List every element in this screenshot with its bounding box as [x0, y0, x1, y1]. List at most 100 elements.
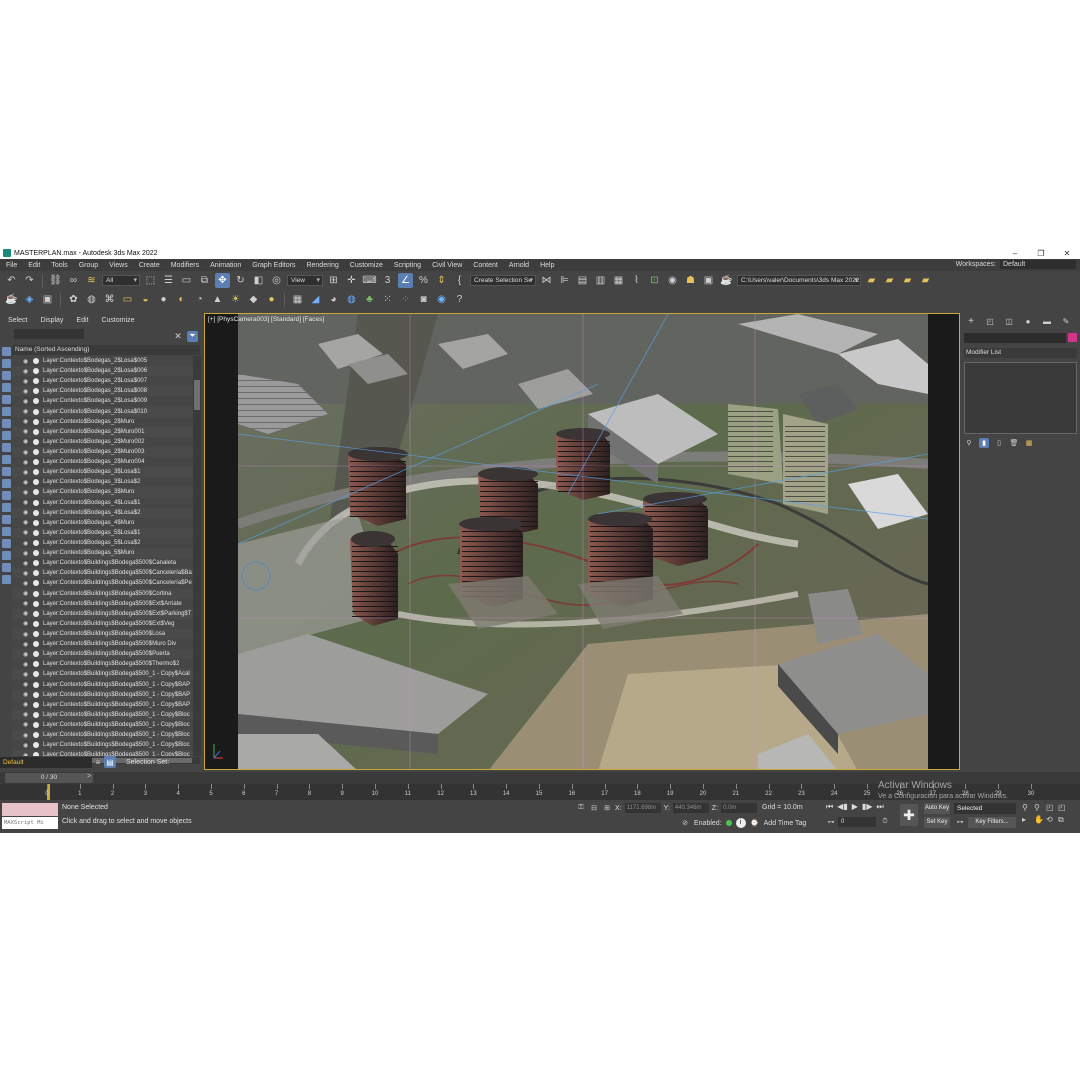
visibility-eye-icon[interactable]: ◉ — [23, 711, 33, 718]
explorer-row[interactable]: ◉ Layer:Contexto$Bodegas_2$Muro003 — [12, 447, 193, 457]
select-by-name-icon[interactable]: ☰ — [161, 273, 176, 288]
isolate-selection-icon[interactable]: ⚿ — [576, 803, 586, 813]
menu-file[interactable]: File — [6, 262, 17, 269]
viewport-label-menu[interactable]: [+] [PhysCamera003] [Standard] [Faces] — [208, 316, 324, 323]
visibility-eye-icon[interactable]: ◉ — [23, 671, 33, 678]
explorer-row[interactable]: ◉ Layer:Contexto$Buildings$Bodega$500_1 -… — [12, 669, 193, 679]
visibility-eye-icon[interactable]: ◉ — [23, 438, 33, 445]
selection-filter-dropdown[interactable]: All — [102, 275, 140, 286]
key-filters-button[interactable]: Key Filters... — [968, 817, 1016, 828]
set-key-button[interactable]: Set Key — [924, 817, 950, 828]
spinner-snap-icon[interactable]: ⇕ — [434, 273, 449, 288]
y-coord-field[interactable]: 440.346m — [672, 803, 709, 813]
select-manipulate-icon[interactable]: ✛ — [344, 273, 359, 288]
next-frame-icon[interactable]: ▮▶ — [862, 802, 873, 812]
visibility-eye-icon[interactable]: ◉ — [23, 529, 33, 536]
explorer-row[interactable]: ◉ Layer:Contexto$Bodegas_3$Muro — [12, 487, 193, 497]
visibility-eye-icon[interactable]: ◉ — [23, 418, 33, 425]
menu-customize[interactable]: Customize — [350, 262, 383, 269]
configure-modifier-sets-icon[interactable]: ▦ — [1024, 438, 1034, 448]
maximize-button[interactable]: ❐ — [1028, 249, 1054, 258]
redo-icon[interactable]: ↷ — [22, 273, 37, 288]
play-icon[interactable]: ▶ — [852, 802, 858, 812]
pin-stack-icon[interactable]: ⚲ — [964, 438, 974, 448]
rendered-frame-icon[interactable]: ▣ — [701, 273, 716, 288]
visibility-eye-icon[interactable]: ◉ — [23, 742, 33, 749]
scene-explorer-toggle-icon[interactable]: ▤ — [104, 756, 116, 768]
sun-icon[interactable]: ☀ — [228, 292, 243, 307]
toggle-ribbon-icon[interactable]: ▦ — [611, 273, 626, 288]
explorer-row[interactable]: ◉ Layer:Contexto$Bodegas_2$Losa$006 — [12, 366, 193, 376]
visibility-eye-icon[interactable]: ◉ — [23, 408, 33, 415]
project-new-icon[interactable]: ▰ — [918, 273, 933, 288]
object-color-swatch[interactable] — [1068, 333, 1077, 342]
visibility-eye-icon[interactable]: ◉ — [23, 540, 33, 547]
explorer-menu-edit[interactable]: Edit — [76, 317, 88, 324]
arnold-shader-icon[interactable]: ◕ — [326, 292, 341, 307]
clear-search-icon[interactable]: ✕ — [173, 331, 183, 341]
visibility-eye-icon[interactable]: ◉ — [23, 651, 33, 658]
visibility-eye-icon[interactable]: ◉ — [23, 428, 33, 435]
orbit-icon[interactable]: ⟲ — [1046, 815, 1058, 825]
workspace-dropdown[interactable]: Default — [1000, 260, 1076, 269]
explorer-search-input[interactable] — [14, 329, 84, 339]
visibility-eye-icon[interactable]: ◉ — [23, 489, 33, 496]
enabled-indicator-icon[interactable] — [725, 820, 732, 826]
display-groups-icon[interactable] — [1, 431, 11, 440]
menu-tools[interactable]: Tools — [51, 262, 67, 269]
palette-icon[interactable]: ⁘ — [398, 292, 413, 307]
visibility-eye-icon[interactable]: ◉ — [23, 378, 33, 385]
keyboard-shortcut-icon[interactable]: ⌨ — [362, 273, 377, 288]
maximize-viewport-icon[interactable]: ⧉ — [1058, 815, 1070, 825]
visibility-eye-icon[interactable]: ◉ — [23, 570, 33, 577]
pivot-center-icon[interactable]: ⊞ — [326, 273, 341, 288]
place-icon[interactable]: ◎ — [269, 273, 284, 288]
time-configuration-icon[interactable]: ⏱ — [880, 817, 890, 827]
bulb-icon[interactable]: ● — [264, 292, 279, 307]
explorer-vertical-scrollbar[interactable] — [193, 356, 201, 756]
explorer-row[interactable]: ◉ Layer:Contexto$Bodegas_2$Losa$008 — [12, 386, 193, 396]
explorer-row[interactable]: ◉ Layer:Contexto$Bodegas_5$Losa$1 — [12, 528, 193, 538]
checker-icon[interactable]: ▦ — [290, 292, 305, 307]
close-button[interactable]: ✕ — [1054, 249, 1080, 258]
menu-help[interactable]: Help — [540, 262, 554, 269]
project-save-icon[interactable]: ▰ — [900, 273, 915, 288]
explorer-row[interactable]: ◉ Layer:Contexto$Bodegas_5$Muro — [12, 548, 193, 558]
hair-icon[interactable]: ⌘ — [102, 292, 117, 307]
visibility-eye-icon[interactable]: ◉ — [23, 509, 33, 516]
explorer-row[interactable]: ◉ Layer:Contexto$Bodegas_2$Muro002 — [12, 436, 193, 447]
object-name-field[interactable] — [964, 333, 1066, 343]
explorer-menu-select[interactable]: Select — [8, 317, 27, 324]
explorer-options-icon[interactable] — [1, 575, 11, 584]
explorer-row[interactable]: ◉ Layer:Contexto$Buildings$Bodega$500_1 -… — [12, 710, 193, 720]
time-tag-icon[interactable]: ⌚ — [750, 818, 760, 828]
link-icon[interactable]: ⛓ — [48, 273, 63, 288]
display-geometry-icon[interactable] — [1, 359, 11, 368]
explorer-row[interactable]: ◉ Layer:Contexto$Buildings$Bodega$500_1 -… — [12, 719, 193, 731]
modify-tab-icon[interactable]: ◰ — [984, 315, 996, 327]
display-none-icon[interactable] — [1, 347, 11, 356]
display-spacewarps-icon[interactable] — [1, 419, 11, 428]
display-lights-icon[interactable] — [1, 383, 11, 392]
visibility-eye-icon[interactable]: ◉ — [23, 600, 33, 607]
display-containers-icon[interactable] — [1, 467, 11, 476]
explorer-row[interactable]: ◉ Layer:Contexto$Buildings$Bodega$500_1 -… — [12, 679, 193, 690]
dome-icon[interactable]: ◒ — [138, 292, 153, 307]
explorer-row[interactable]: ◉ Layer:Contexto$Buildings$Bodega$500$Pue… — [12, 649, 193, 659]
next-frame-arrow-icon[interactable]: > — [87, 773, 91, 780]
explorer-row[interactable]: ◉ Layer:Contexto$Bodegas_2$Muro — [12, 416, 193, 427]
explorer-row[interactable]: ◉ Layer:Contexto$Bodegas_2$Muro001 — [12, 427, 193, 437]
key-mode-icon[interactable]: ⊶ — [826, 817, 836, 827]
unlink-icon[interactable]: ∞ — [66, 273, 81, 288]
explorer-row[interactable]: ◉ Layer:Contexto$Bodegas_2$Losa$005 — [12, 356, 193, 367]
create-tab-icon[interactable]: + — [965, 315, 977, 327]
spot-light-icon[interactable]: ◆ — [246, 292, 261, 307]
filter-icon[interactable]: ⏷ — [187, 330, 198, 342]
utilities-tab-icon[interactable]: ✎ — [1060, 315, 1072, 327]
make-unique-icon[interactable]: ▯ — [994, 438, 1004, 448]
explorer-row[interactable]: ◉ Layer:Contexto$Buildings$Bodega$500$Mur… — [12, 639, 193, 650]
modifier-stack[interactable] — [964, 362, 1077, 434]
rgb-icon[interactable]: ◉ — [434, 292, 449, 307]
selection-lock-icon[interactable]: ⊟ — [589, 803, 599, 813]
time-slider-frame[interactable]: 0 / 30 — [5, 773, 93, 783]
